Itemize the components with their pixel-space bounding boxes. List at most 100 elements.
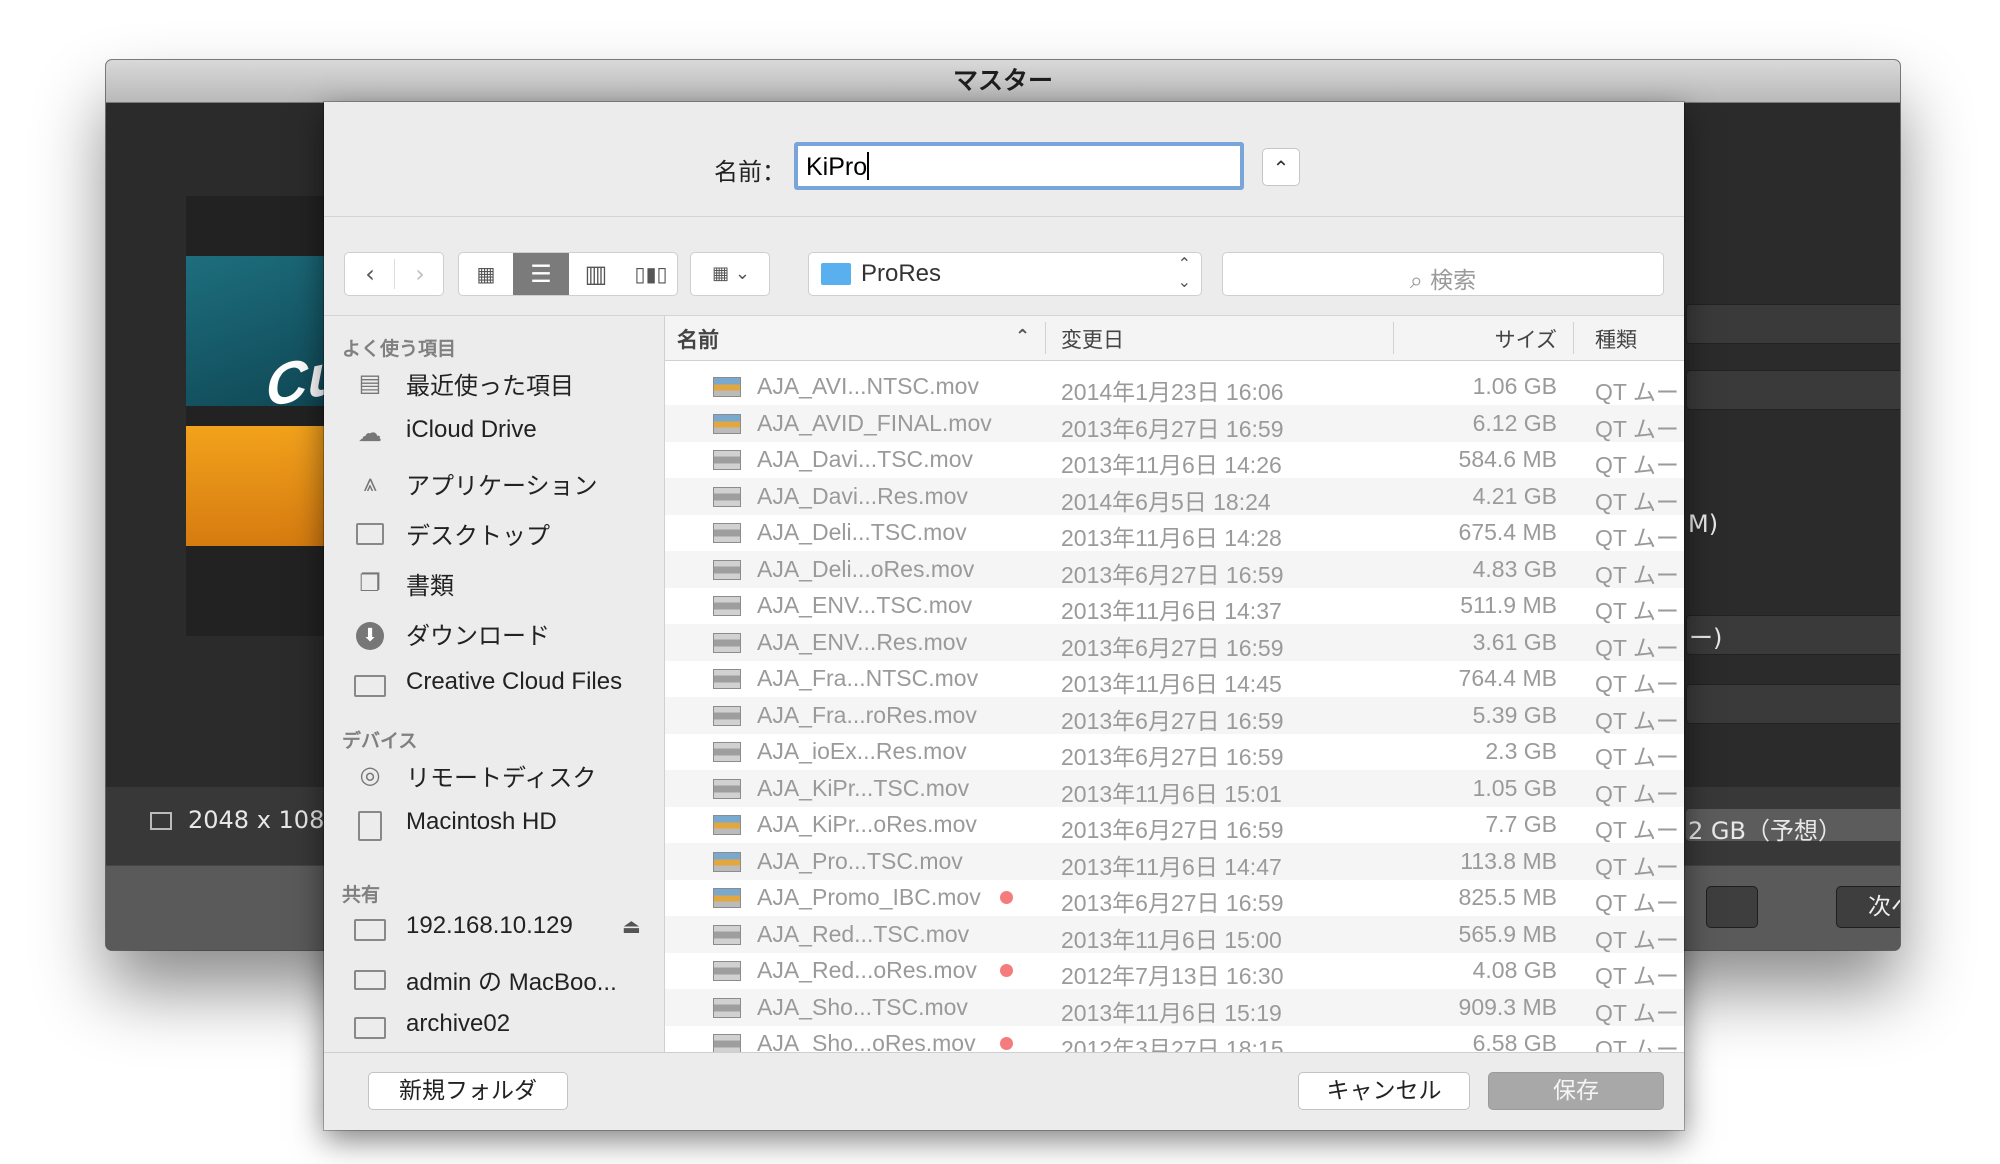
file-date: 2014年6月5日 18:24 xyxy=(1061,488,1271,515)
view-mode-group: ▦ ☰ ▥ ▯▮▯ xyxy=(458,252,678,296)
movie-thumbnail-icon xyxy=(713,778,741,799)
file-row[interactable]: AJA_Fra...roRes.mov 2013年6月27日 16:59 5.39 … xyxy=(665,696,1684,734)
sidebar-item-remote-disc[interactable]: ◎ リモートディスク xyxy=(354,756,654,796)
sidebar-item-applications[interactable]: ⩓ アプリケーション xyxy=(354,464,654,504)
column-header-kind[interactable]: 種類 xyxy=(1595,324,1637,354)
setting-select-1[interactable]: ▲▼ xyxy=(1686,304,1900,344)
column-view-button[interactable]: ▥ xyxy=(569,253,623,295)
file-kind: QT ムー xyxy=(1595,744,1679,770)
file-size: 113.8 MB xyxy=(1460,847,1557,874)
column-header-date[interactable]: 変更日 xyxy=(1061,324,1124,354)
file-row[interactable]: AJA_Deli...TSC.mov 2013年11月6日 14:28 675.4 … xyxy=(665,514,1684,551)
file-name-input[interactable]: KiPro xyxy=(794,142,1244,190)
setting-select-4[interactable]: ▲▼ xyxy=(1686,684,1900,724)
file-name: AJA_Red...oRes.mov xyxy=(757,957,977,983)
file-name: AJA_ENV...TSC.mov xyxy=(757,592,973,618)
sidebar-item-macintosh-hd[interactable]: Macintosh HD xyxy=(354,806,654,846)
file-size: 1.05 GB xyxy=(1472,774,1557,801)
location-popup[interactable]: ProRes ⌃ ⌄ xyxy=(808,252,1202,296)
next-button[interactable]: 次へ... xyxy=(1836,886,1900,928)
arrange-button[interactable]: ▦ ⌄ xyxy=(690,252,770,296)
forward-button[interactable]: › xyxy=(395,253,445,295)
movie-thumbnail-icon xyxy=(713,523,741,543)
sidebar-item-network-host[interactable]: 192.168.10.129 ⏏ xyxy=(354,910,654,950)
file-row[interactable]: AJA_ioEx...Res.mov 2013年6月27日 16:59 2.3 GB… xyxy=(665,733,1684,770)
file-name: AJA_Pro...TSC.mov xyxy=(757,847,963,874)
file-name: AJA_Deli...oRes.mov xyxy=(757,555,975,582)
location-name: ProRes xyxy=(861,260,942,287)
sidebar-item-macbook[interactable]: admin の MacBoo... xyxy=(354,960,654,1000)
movie-thumbnail-icon xyxy=(713,1034,741,1052)
back-button[interactable]: ‹ xyxy=(345,253,395,295)
sidebar-item-desktop[interactable]: デスクトップ xyxy=(354,514,654,554)
red-tag-icon xyxy=(1000,1037,1013,1050)
file-row[interactable]: AJA_ENV...TSC.mov 2013年11月6日 14:37 511.9 M… xyxy=(665,587,1684,624)
file-name: AJA_Fra...roRes.mov xyxy=(757,701,977,728)
frame-size-icon xyxy=(150,812,172,830)
file-date: 2014年1月23日 16:06 xyxy=(1061,379,1284,405)
file-name: AJA_AVI...NTSC.mov xyxy=(757,373,979,399)
movie-thumbnail-icon xyxy=(713,997,741,1018)
sidebar-item-documents[interactable]: ❐ 書類 xyxy=(354,564,654,604)
cancel-button[interactable]: キャンセル xyxy=(1298,1072,1470,1110)
sidebar-item-icloud[interactable]: ☁ iCloud Drive xyxy=(354,414,654,454)
eject-icon[interactable]: ⏏ xyxy=(622,914,641,938)
file-kind: QT ムー xyxy=(1595,890,1679,916)
file-row[interactable]: AJA_Promo_IBC.mov 2013年6月27日 16:59 825.5 M… xyxy=(665,879,1684,916)
file-row[interactable]: AJA_Deli...oRes.mov 2013年6月27日 16:59 4.83 … xyxy=(665,550,1684,588)
file-row[interactable]: AJA_Davi...Res.mov 2014年6月5日 18:24 4.21 GB… xyxy=(665,477,1684,515)
file-date: 2013年6月27日 16:59 xyxy=(1061,707,1284,734)
setting-select-2[interactable]: ▲▼ xyxy=(1686,370,1900,410)
file-size: 2.3 GB xyxy=(1485,738,1557,764)
file-name: AJA_AVID_FINAL.mov xyxy=(757,409,992,436)
sidebar-item-downloads[interactable]: ⬇ ダウンロード xyxy=(354,614,654,654)
file-list-header: 名前 ⌃ 変更日 サイズ 種類 xyxy=(665,316,1684,361)
sidebar-item-creative-cloud[interactable]: Creative Cloud Files xyxy=(354,666,654,706)
collapse-expand-button[interactable]: ⌃ xyxy=(1262,148,1300,186)
file-size: 3.61 GB xyxy=(1472,628,1557,655)
search-placeholder: 検索 xyxy=(1430,268,1477,294)
sidebar-item-recents[interactable]: ▤ 最近使った項目 xyxy=(354,364,654,404)
file-size: 5.39 GB xyxy=(1472,701,1557,728)
file-date: 2013年11月6日 14:28 xyxy=(1061,525,1282,551)
text-caret xyxy=(867,152,870,180)
file-kind: QT ムー xyxy=(1595,415,1679,442)
file-row[interactable]: AJA_Pro...TSC.mov 2013年11月6日 14:47 113.8 M… xyxy=(665,842,1684,880)
search-field[interactable]: ⌕ 検索 xyxy=(1222,252,1664,296)
save-sheet: 名前： KiPro ⌃ ‹ › ▦ ☰ ▥ ▯▮▯ ▦ ⌄ ProRes ⌃ ⌄ … xyxy=(324,102,1684,1130)
file-row[interactable]: AJA_AVI...NTSC.mov 2014年1月23日 16:06 1.06 G… xyxy=(665,368,1684,405)
setting-select-3[interactable]: ー)▲▼ xyxy=(1686,615,1900,655)
coverflow-icon: ▯▮▯ xyxy=(634,262,668,286)
resolution-label: 2048 x 1080 xyxy=(188,806,340,834)
file-row[interactable]: AJA_Red...TSC.mov 2013年11月6日 15:00 565.9 M… xyxy=(665,915,1684,953)
file-row[interactable]: AJA_AVID_FINAL.mov 2013年6月27日 16:59 6.12 G… xyxy=(665,404,1684,442)
list-view-button[interactable]: ☰ xyxy=(513,253,569,295)
file-size: 584.6 MB xyxy=(1458,446,1557,472)
file-row[interactable]: AJA_KiPr...TSC.mov 2013年11月6日 15:01 1.05 G… xyxy=(665,769,1684,807)
file-date: 2013年11月6日 15:19 xyxy=(1061,999,1282,1026)
name-label: 名前： xyxy=(714,158,786,186)
file-row[interactable]: AJA_Sho...TSC.mov 2013年11月6日 15:19 909.3 M… xyxy=(665,988,1684,1026)
file-name: AJA_Davi...TSC.mov xyxy=(757,446,973,472)
movie-thumbnail-icon xyxy=(713,632,741,653)
file-kind: QT ムー xyxy=(1595,817,1679,843)
file-date: 2013年11月6日 14:47 xyxy=(1061,853,1282,880)
column-header-name[interactable]: 名前 xyxy=(677,324,719,354)
save-button[interactable]: 保存 xyxy=(1488,1072,1664,1110)
file-row[interactable]: AJA_Davi...TSC.mov 2013年11月6日 14:26 584.6 … xyxy=(665,441,1684,478)
icon-view-button[interactable]: ▦ xyxy=(459,253,513,295)
shared-header: 共有 xyxy=(342,884,381,906)
coverflow-view-button[interactable]: ▯▮▯ xyxy=(623,253,677,295)
sidebar-item-archive02[interactable]: archive02 xyxy=(354,1008,654,1048)
back-button-partial[interactable] xyxy=(1706,886,1758,928)
file-row[interactable]: AJA_ENV...Res.mov 2013年6月27日 16:59 3.61 GB… xyxy=(665,623,1684,661)
arrange-grid-icon: ▦ ⌄ xyxy=(712,263,750,284)
file-row[interactable]: AJA_Red...oRes.mov 2012年7月13日 16:30 4.08 G… xyxy=(665,952,1684,989)
column-header-size[interactable]: サイズ xyxy=(1465,324,1557,354)
file-kind: QT ムー xyxy=(1595,853,1679,880)
file-row[interactable]: AJA_KiPr...oRes.mov 2013年6月27日 16:59 7.7 G… xyxy=(665,806,1684,843)
file-row[interactable]: AJA_Fra...NTSC.mov 2013年11月6日 14:45 764.4 … xyxy=(665,660,1684,697)
file-row[interactable]: AJA_Sho...oRes.mov 2012年3月27日 18:15 6.58 G… xyxy=(665,1025,1684,1052)
new-folder-button[interactable]: 新規フォルダ xyxy=(368,1072,568,1110)
columns-icon: ▥ xyxy=(584,260,608,288)
